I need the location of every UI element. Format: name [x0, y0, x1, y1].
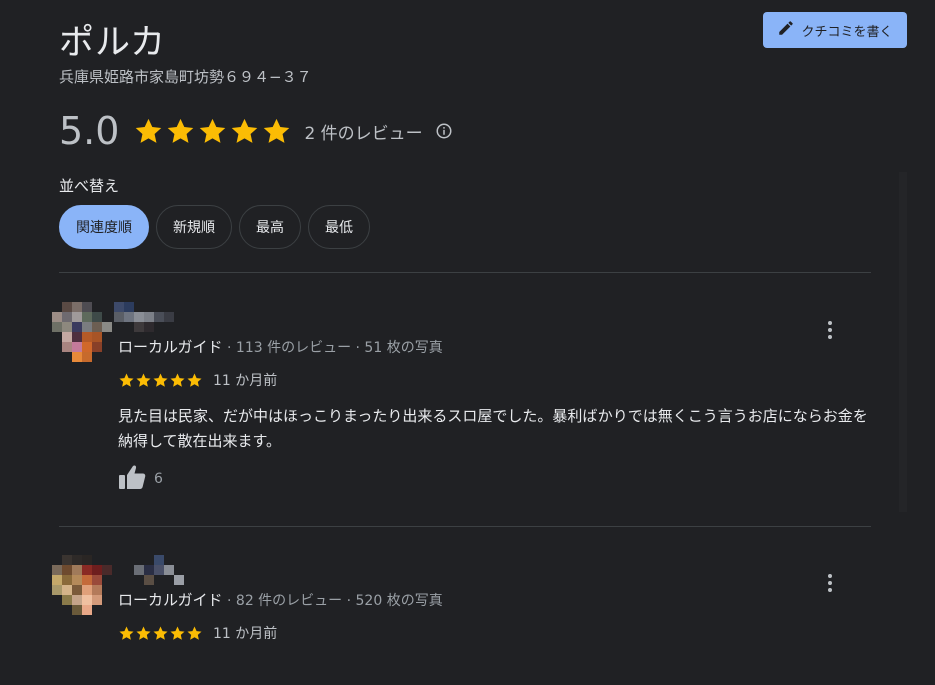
place-reviews-panel: ポルカ 兵庫県姫路市家島町坊勢６９４−３７ クチコミを書く 5.0 2 件のレビ… — [0, 0, 935, 685]
review-text: 見た目は民家、だが中はほっこりまったり出来るスロ屋でした。暴利ばかりでは無くこう… — [118, 407, 868, 450]
reviewer-meta: ローカルガイド · 82 件のレビュー · 520 枚の写真 — [118, 589, 443, 610]
star-icon — [187, 373, 202, 387]
star-icon — [153, 373, 168, 387]
sort-label: 並べ替え — [59, 177, 120, 195]
write-review-button[interactable]: クチコミを書く — [763, 12, 907, 48]
sort-chip-lowest[interactable]: 最低 — [308, 205, 370, 249]
star-icon — [153, 626, 168, 640]
like-count: 6 — [154, 471, 163, 487]
review-stars — [118, 372, 203, 389]
sort-chips: 関連度順 新規順 最高 最低 — [59, 205, 370, 249]
thumb-up-icon — [119, 465, 146, 489]
more-vert-icon — [828, 321, 832, 339]
more-options-button[interactable] — [820, 318, 840, 342]
thumb-up-button[interactable] — [118, 464, 146, 494]
more-options-button[interactable] — [820, 571, 840, 595]
star-icon — [136, 626, 151, 640]
reviewer-name-blurred[interactable] — [114, 555, 234, 585]
star-icon — [168, 118, 194, 143]
divider — [59, 526, 871, 527]
star-icon — [264, 118, 290, 143]
write-review-label: クチコミを書く — [801, 24, 893, 40]
pencil-icon — [777, 19, 795, 41]
review-time: 11 か月前 — [213, 373, 278, 389]
reviewer-stats: · 82 件のレビュー · 520 枚の写真 — [222, 593, 443, 609]
review-rating: 11 か月前 — [118, 623, 277, 643]
star-icon — [136, 373, 151, 387]
rating-summary: 5.0 2 件のレビュー — [59, 106, 453, 156]
review-rating: 11 か月前 — [118, 370, 277, 390]
sort-chip-highest[interactable]: 最高 — [239, 205, 301, 249]
star-icon — [187, 626, 202, 640]
star-icon — [170, 626, 185, 640]
star-icon — [232, 118, 258, 143]
review-stars — [118, 625, 203, 642]
reviewer-stats: · 113 件のレビュー · 51 枚の写真 — [222, 340, 443, 356]
like-row: 6 — [118, 464, 163, 494]
place-title: ポルカ — [59, 23, 166, 63]
rating-score: 5.0 — [59, 109, 120, 153]
star-icon — [200, 118, 226, 143]
sort-chip-newest[interactable]: 新規順 — [156, 205, 232, 249]
star-icon — [136, 118, 162, 143]
divider — [59, 272, 871, 273]
star-icon — [119, 373, 134, 387]
review-card: ローカルガイド · 113 件のレビュー · 51 枚の写真 11 か月前 見た… — [52, 302, 872, 502]
star-icon — [119, 626, 134, 640]
reviewer-name-blurred[interactable] — [114, 302, 234, 332]
local-guide-badge: ローカルガイド — [118, 591, 223, 609]
place-address: 兵庫県姫路市家島町坊勢６９４−３７ — [59, 68, 312, 86]
avatar[interactable] — [52, 555, 122, 625]
rating-stars — [133, 116, 292, 147]
review-time: 11 か月前 — [213, 626, 278, 642]
sort-chip-relevance[interactable]: 関連度順 — [59, 205, 149, 249]
info-icon[interactable] — [435, 122, 453, 140]
review-count: 2 件のレビュー — [304, 123, 423, 144]
more-vert-icon — [828, 574, 832, 592]
star-icon — [170, 373, 185, 387]
reviewer-meta: ローカルガイド · 113 件のレビュー · 51 枚の写真 — [118, 336, 443, 357]
local-guide-badge: ローカルガイド — [118, 338, 223, 356]
review-card: ローカルガイド · 82 件のレビュー · 520 枚の写真 11 か月前 — [52, 555, 872, 665]
avatar[interactable] — [52, 302, 122, 372]
panel-edge — [899, 172, 907, 512]
